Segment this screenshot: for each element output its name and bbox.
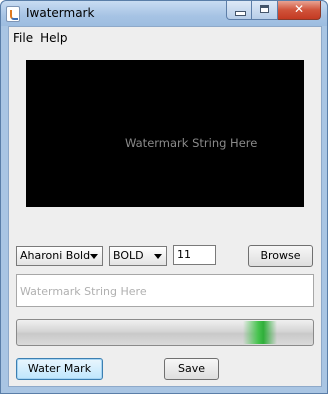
chevron-down-icon xyxy=(90,254,98,259)
minimize-button[interactable] xyxy=(226,1,252,20)
font-style-value: BOLD xyxy=(113,249,144,262)
watermark-text-input[interactable]: Watermark String Here xyxy=(16,274,314,307)
menu-file[interactable]: File xyxy=(10,31,36,45)
save-button[interactable]: Save xyxy=(164,358,219,380)
client-area: File Help Watermark String Here Aharoni … xyxy=(8,26,322,387)
font-style-select[interactable]: BOLD xyxy=(109,246,167,266)
font-family-select[interactable]: Aharoni Bold xyxy=(16,246,103,266)
chevron-down-icon xyxy=(154,254,162,259)
watermark-button[interactable]: Water Mark xyxy=(16,358,103,380)
window-title: Iwatermark xyxy=(26,6,95,20)
title-bar[interactable]: Iwatermark xyxy=(1,1,327,26)
menu-help[interactable]: Help xyxy=(37,31,70,45)
watermark-preview: Watermark String Here xyxy=(26,60,304,207)
preview-watermark-text: Watermark String Here xyxy=(125,136,258,150)
app-window: Iwatermark File Help Watermark String He… xyxy=(0,0,328,394)
window-controls xyxy=(226,1,321,20)
close-button[interactable] xyxy=(278,1,321,20)
browse-button[interactable]: Browse xyxy=(248,245,313,267)
maximize-button[interactable] xyxy=(252,1,278,20)
font-size-field[interactable]: 11 xyxy=(173,245,216,265)
font-family-value: Aharoni Bold xyxy=(20,249,91,262)
progress-bar xyxy=(16,319,314,346)
java-cup-icon xyxy=(6,6,20,22)
progress-indicator xyxy=(243,321,277,344)
menu-bar: File Help xyxy=(9,27,321,49)
